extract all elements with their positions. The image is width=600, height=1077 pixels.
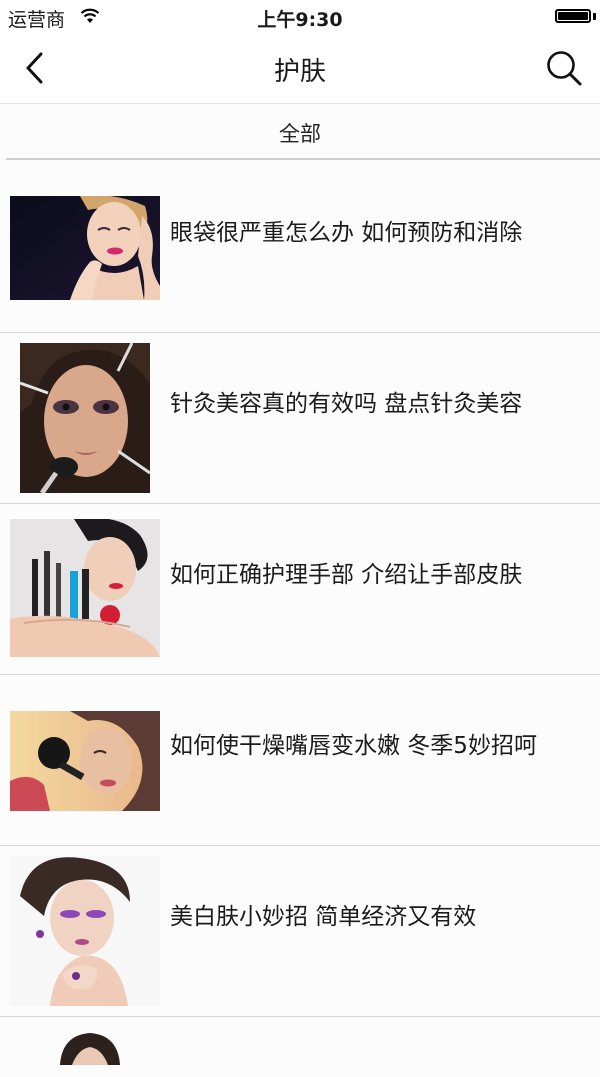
navigation-bar: 护肤 <box>0 34 600 104</box>
status-time: 上午9:30 <box>257 9 343 31</box>
article-title: 眼袋很严重怎么办 如何预防和消除 <box>170 220 523 246</box>
article-thumbnail-image <box>50 1029 130 1065</box>
list-item[interactable]: 针灸美容真的有效吗 盘点针灸美容 <box>0 333 600 504</box>
battery-tip <box>593 13 596 20</box>
article-title: 如何使干燥嘴唇变水嫩 冬季5妙招呵 <box>170 733 537 759</box>
article-thumbnail-image <box>20 343 150 493</box>
list-item[interactable] <box>0 1017 600 1077</box>
list-item[interactable]: 眼袋很严重怎么办 如何预防和消除 <box>0 162 600 333</box>
article-list: 眼袋很严重怎么办 如何预防和消除 针灸美容真的有效吗 盘点针灸美容 如何正确护理… <box>0 162 600 1077</box>
article-thumbnail-image <box>10 856 160 1006</box>
status-bar: 运营商 上午9:30 <box>0 0 600 34</box>
article-thumbnail-image <box>10 711 160 811</box>
list-item[interactable]: 如何正确护理手部 介绍让手部皮肤 <box>0 504 600 675</box>
category-tab-bar: 全部 <box>0 104 600 160</box>
search-icon <box>547 51 582 86</box>
tab-all[interactable]: 全部 <box>0 118 600 148</box>
list-item[interactable]: 如何使干燥嘴唇变水嫩 冬季5妙招呵 <box>0 675 600 846</box>
page-title: 护肤 <box>273 57 326 87</box>
list-item[interactable]: 美白肤小妙招 简单经济又有效 <box>0 846 600 1017</box>
search-button[interactable] <box>542 46 586 90</box>
article-thumbnail-image <box>10 519 160 657</box>
tab-underline <box>6 158 600 160</box>
battery-icon <box>555 9 591 23</box>
article-thumbnail-image <box>10 196 160 300</box>
article-title: 如何正确护理手部 介绍让手部皮肤 <box>170 562 523 588</box>
article-title: 美白肤小妙招 简单经济又有效 <box>170 904 477 930</box>
article-title: 针灸美容真的有效吗 盘点针灸美容 <box>170 391 523 417</box>
